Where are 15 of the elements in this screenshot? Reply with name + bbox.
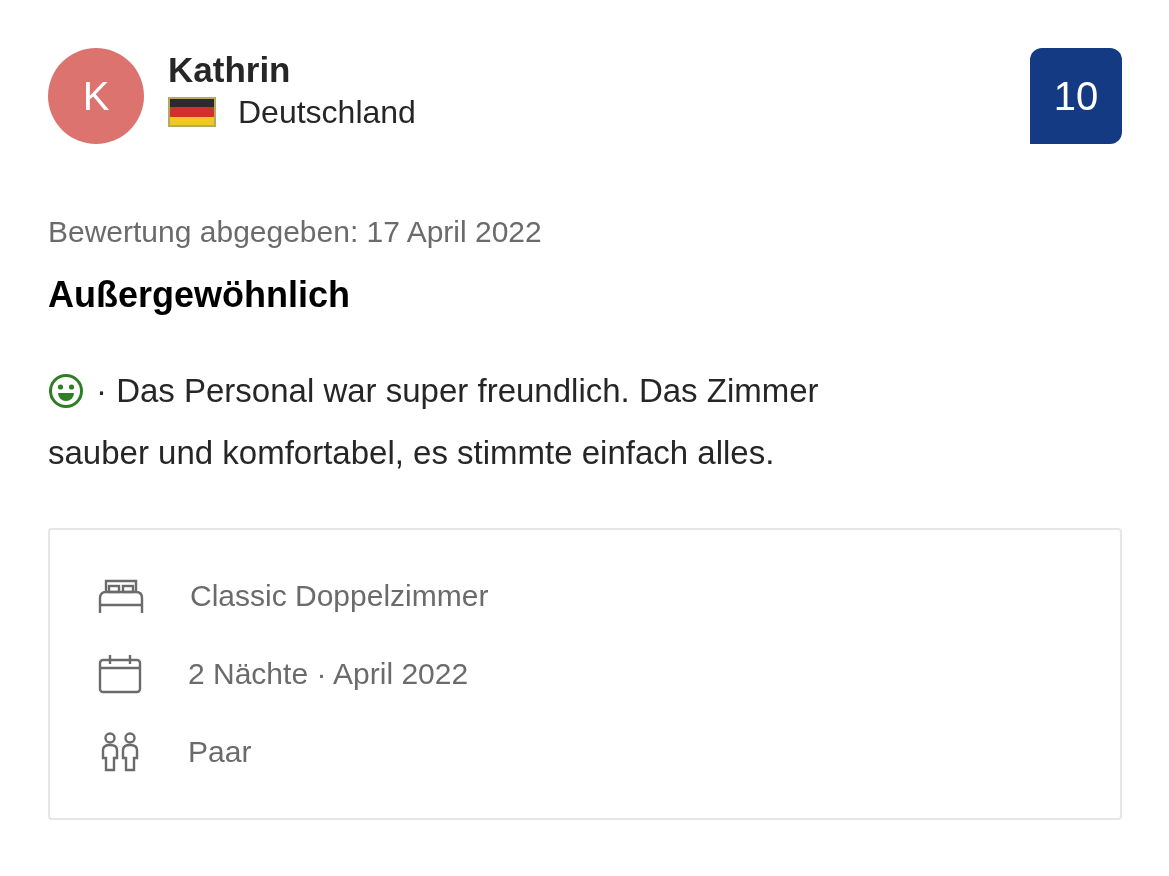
reviewer-country: Deutschland xyxy=(238,93,416,132)
detail-text: 2 Nächte · April 2022 xyxy=(188,656,469,692)
review-title: Außergewöhnlich xyxy=(48,273,351,317)
review-text-line: · Das Personal war super freundlich. Das Zimmer xyxy=(96,371,819,411)
detail-text: Paar xyxy=(188,734,252,770)
flag-icon xyxy=(168,97,216,127)
bed-icon xyxy=(98,578,144,614)
review-text-line: sauber und komfortabel, es stimmte einfach alles. xyxy=(48,434,775,471)
smiley-icon xyxy=(48,373,84,409)
detail-text: Classic Doppelzimmer xyxy=(190,578,489,614)
reviewer-name: Kathrin xyxy=(168,49,292,91)
avatar: K xyxy=(48,48,144,144)
calendar-icon xyxy=(98,654,142,694)
review-date: Bewertung abgegeben: 17 April 2022 xyxy=(48,214,543,250)
score-badge: 10 xyxy=(1030,48,1122,144)
